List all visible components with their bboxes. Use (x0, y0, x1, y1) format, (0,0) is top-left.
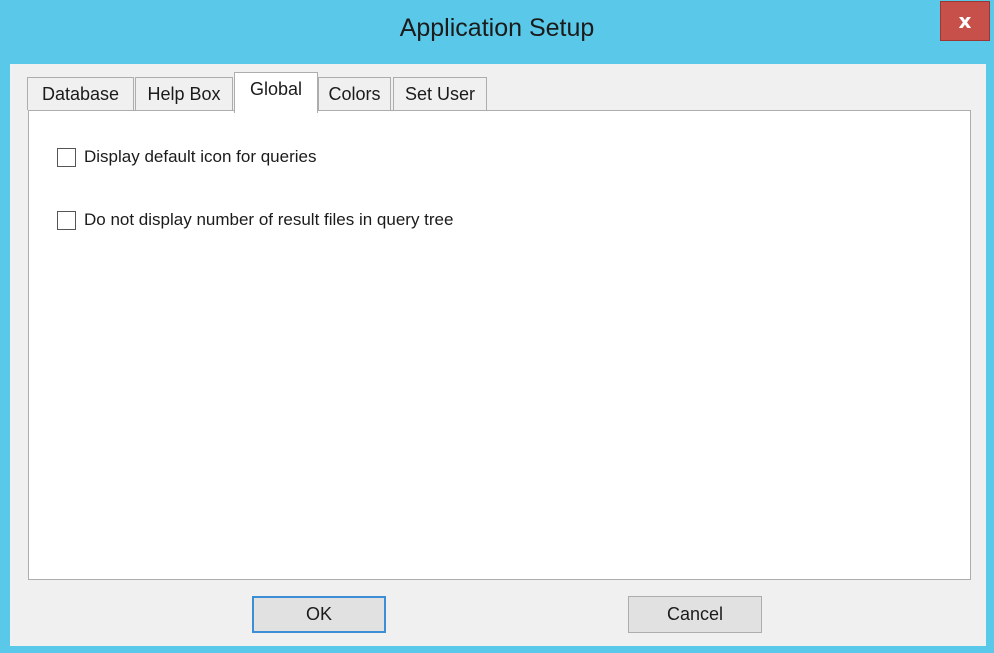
tab-label: Help Box (147, 83, 221, 104)
application-setup-dialog: Application Setup x Database Help Box Gl… (0, 0, 994, 653)
option-label: Do not display number of result files in… (84, 210, 454, 229)
tab-label: Database (41, 83, 120, 104)
tab-database[interactable]: Database (27, 77, 134, 110)
tab-global[interactable]: Global (234, 72, 318, 113)
ok-button[interactable]: OK (252, 596, 386, 633)
display-default-icon-checkbox[interactable] (57, 147, 76, 167)
tab-label: Set User (404, 83, 476, 104)
option-label: Display default icon for queries (84, 147, 317, 166)
tab-set-user[interactable]: Set User (393, 77, 487, 110)
dialog-body: Database Help Box Global Colors Set User… (10, 64, 986, 646)
close-icon: x (958, 9, 972, 33)
close-button[interactable]: x (940, 1, 990, 41)
global-tab-panel: Display default icon for queries Do not … (28, 110, 971, 580)
tab-colors[interactable]: Colors (318, 77, 391, 110)
option-display-default-icon[interactable]: Display default icon for queries (57, 147, 316, 167)
option-hide-result-count[interactable]: Do not display number of result files in… (57, 210, 453, 230)
title-bar[interactable]: Application Setup x (0, 0, 994, 64)
cancel-button[interactable]: Cancel (628, 596, 762, 633)
window-title: Application Setup (399, 14, 595, 42)
tab-label: Global (249, 79, 303, 99)
tab-label: Colors (328, 83, 381, 104)
tab-help-box[interactable]: Help Box (135, 77, 233, 110)
hide-result-count-checkbox[interactable] (57, 210, 76, 230)
